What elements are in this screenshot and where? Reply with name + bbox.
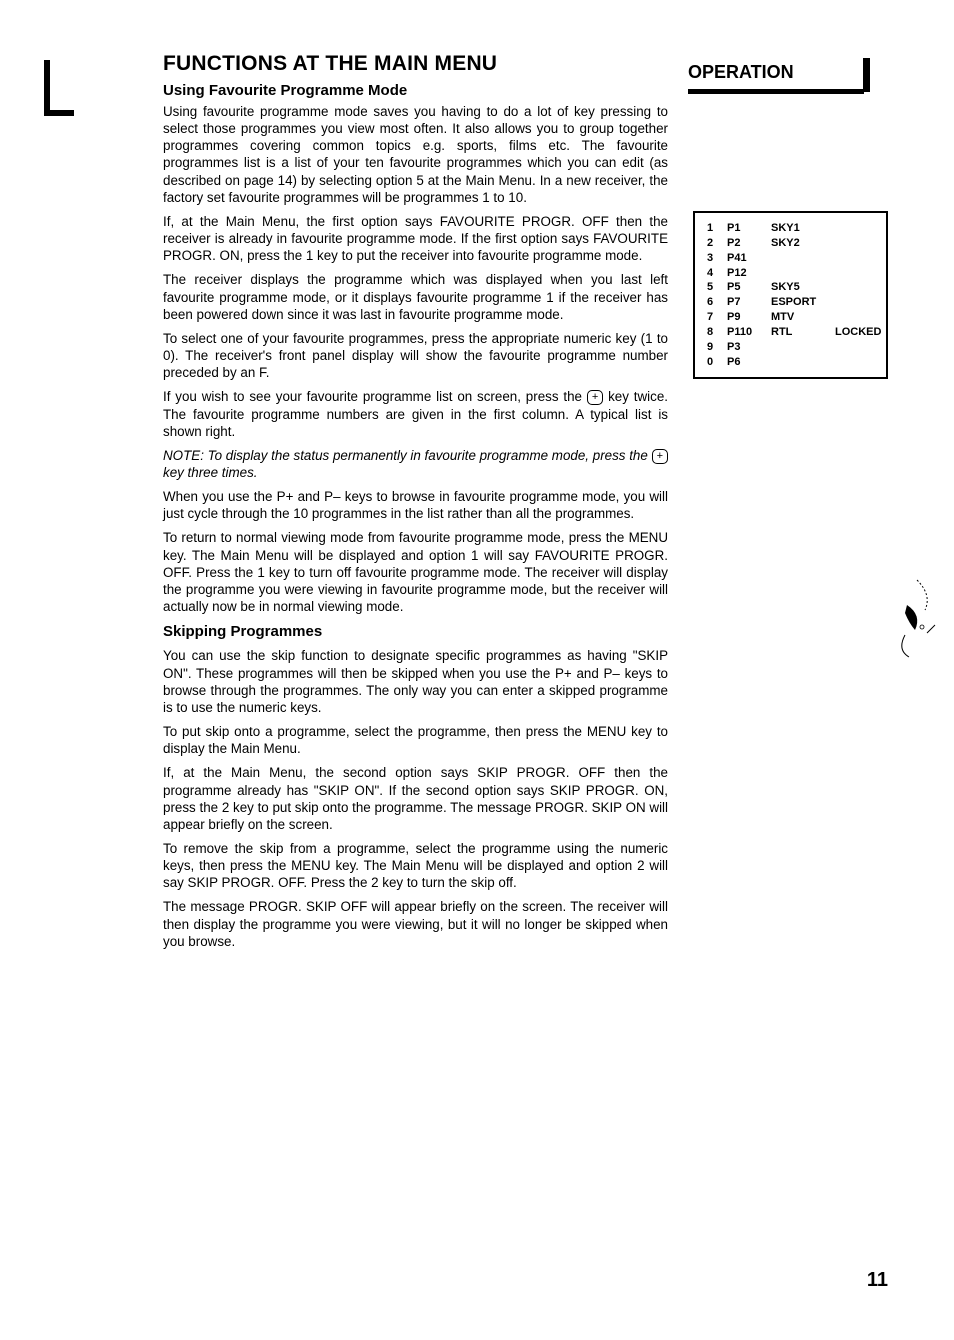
cell: P3 [727, 340, 767, 355]
cell: P110 [727, 325, 767, 340]
subhead-favourite: Using Favourite Programme Mode [163, 82, 407, 99]
text: key three times. [163, 465, 258, 480]
right-bracket-bar [863, 58, 870, 92]
body-paragraph: To select one of your favourite programm… [163, 330, 668, 381]
cell: 2 [707, 236, 723, 251]
text: If you wish to see your favourite progra… [163, 389, 587, 404]
note-paragraph: NOTE: To display the status permanently … [163, 447, 668, 481]
subhead-skipping: Skipping Programmes [163, 622, 668, 641]
cell: RTL [771, 325, 831, 340]
left-bracket-rule [44, 60, 74, 116]
cell: 7 [707, 310, 723, 325]
cell: P1 [727, 221, 767, 236]
cell: 8 [707, 325, 723, 340]
body-paragraph: The message PROGR. SKIP OFF will appear … [163, 898, 668, 949]
cell: ESPORT [771, 295, 831, 310]
body-paragraph: You can use the skip function to designa… [163, 647, 668, 716]
cell: SKY5 [771, 280, 831, 295]
cell: SKY2 [771, 236, 831, 251]
cell: P7 [727, 295, 767, 310]
operation-header-block: OPERATION [688, 62, 864, 94]
cell [835, 340, 885, 355]
cell [771, 355, 831, 370]
cell [835, 236, 885, 251]
page: FUNCTIONS AT THE MAIN MENU OPERATION Usi… [0, 0, 954, 1340]
table-row: 2 P2 SKY2 [707, 236, 876, 251]
favourite-list-box: 1 P1 SKY1 2 P2 SKY2 3 P41 4 P12 5 P5 SKY5 6 P7 ESP… [693, 211, 888, 379]
cell: P41 [727, 251, 767, 266]
cell: 6 [707, 295, 723, 310]
body-paragraph: If, at the Main Menu, the first option s… [163, 213, 668, 264]
body-paragraph: The receiver displays the programme whic… [163, 271, 668, 322]
cell [771, 251, 831, 266]
body-paragraph: If, at the Main Menu, the second option … [163, 764, 668, 833]
table-row: 4 P12 [707, 266, 876, 281]
cell: 1 [707, 221, 723, 236]
cell [835, 266, 885, 281]
table-row: 1 P1 SKY1 [707, 221, 876, 236]
table-row: 6 P7 ESPORT [707, 295, 876, 310]
cell [835, 221, 885, 236]
plus-key-icon: + [652, 449, 668, 464]
cell: P12 [727, 266, 767, 281]
cell [771, 266, 831, 281]
cell [835, 355, 885, 370]
cell: P6 [727, 355, 767, 370]
text: NOTE: To display the status permanently … [163, 448, 652, 463]
margin-doodle [887, 575, 942, 665]
cell [835, 310, 885, 325]
body-paragraph: To return to normal viewing mode from fa… [163, 529, 668, 615]
table-row: 7 P9 MTV [707, 310, 876, 325]
table-row: 5 P5 SKY5 [707, 280, 876, 295]
cell: LOCKED [835, 325, 885, 340]
cell: P5 [727, 280, 767, 295]
body-paragraph: To remove the skip from a programme, sel… [163, 840, 668, 891]
cell: 0 [707, 355, 723, 370]
cell: 3 [707, 251, 723, 266]
body-column: Using favourite programme mode saves you… [163, 103, 668, 957]
plus-key-icon: + [587, 390, 603, 405]
body-paragraph: When you use the P+ and P– keys to brows… [163, 488, 668, 522]
cell: P2 [727, 236, 767, 251]
table-row: 9 P3 [707, 340, 876, 355]
body-paragraph: To put skip onto a programme, select the… [163, 723, 668, 757]
cell: 5 [707, 280, 723, 295]
body-paragraph: If you wish to see your favourite progra… [163, 388, 668, 439]
cell: MTV [771, 310, 831, 325]
cell [835, 280, 885, 295]
page-title: FUNCTIONS AT THE MAIN MENU [163, 52, 497, 76]
table-row: 0 P6 [707, 355, 876, 370]
cell: 4 [707, 266, 723, 281]
cell: P9 [727, 310, 767, 325]
cell [835, 251, 885, 266]
cell [771, 340, 831, 355]
cell: SKY1 [771, 221, 831, 236]
table-row: 3 P41 [707, 251, 876, 266]
page-number: 11 [867, 1269, 888, 1292]
table-row: 8P110RTLLOCKED [707, 325, 876, 340]
body-paragraph: Using favourite programme mode saves you… [163, 103, 668, 206]
cell [835, 295, 885, 310]
cell: 9 [707, 340, 723, 355]
operation-header: OPERATION [688, 62, 864, 89]
right-underline [688, 89, 864, 94]
